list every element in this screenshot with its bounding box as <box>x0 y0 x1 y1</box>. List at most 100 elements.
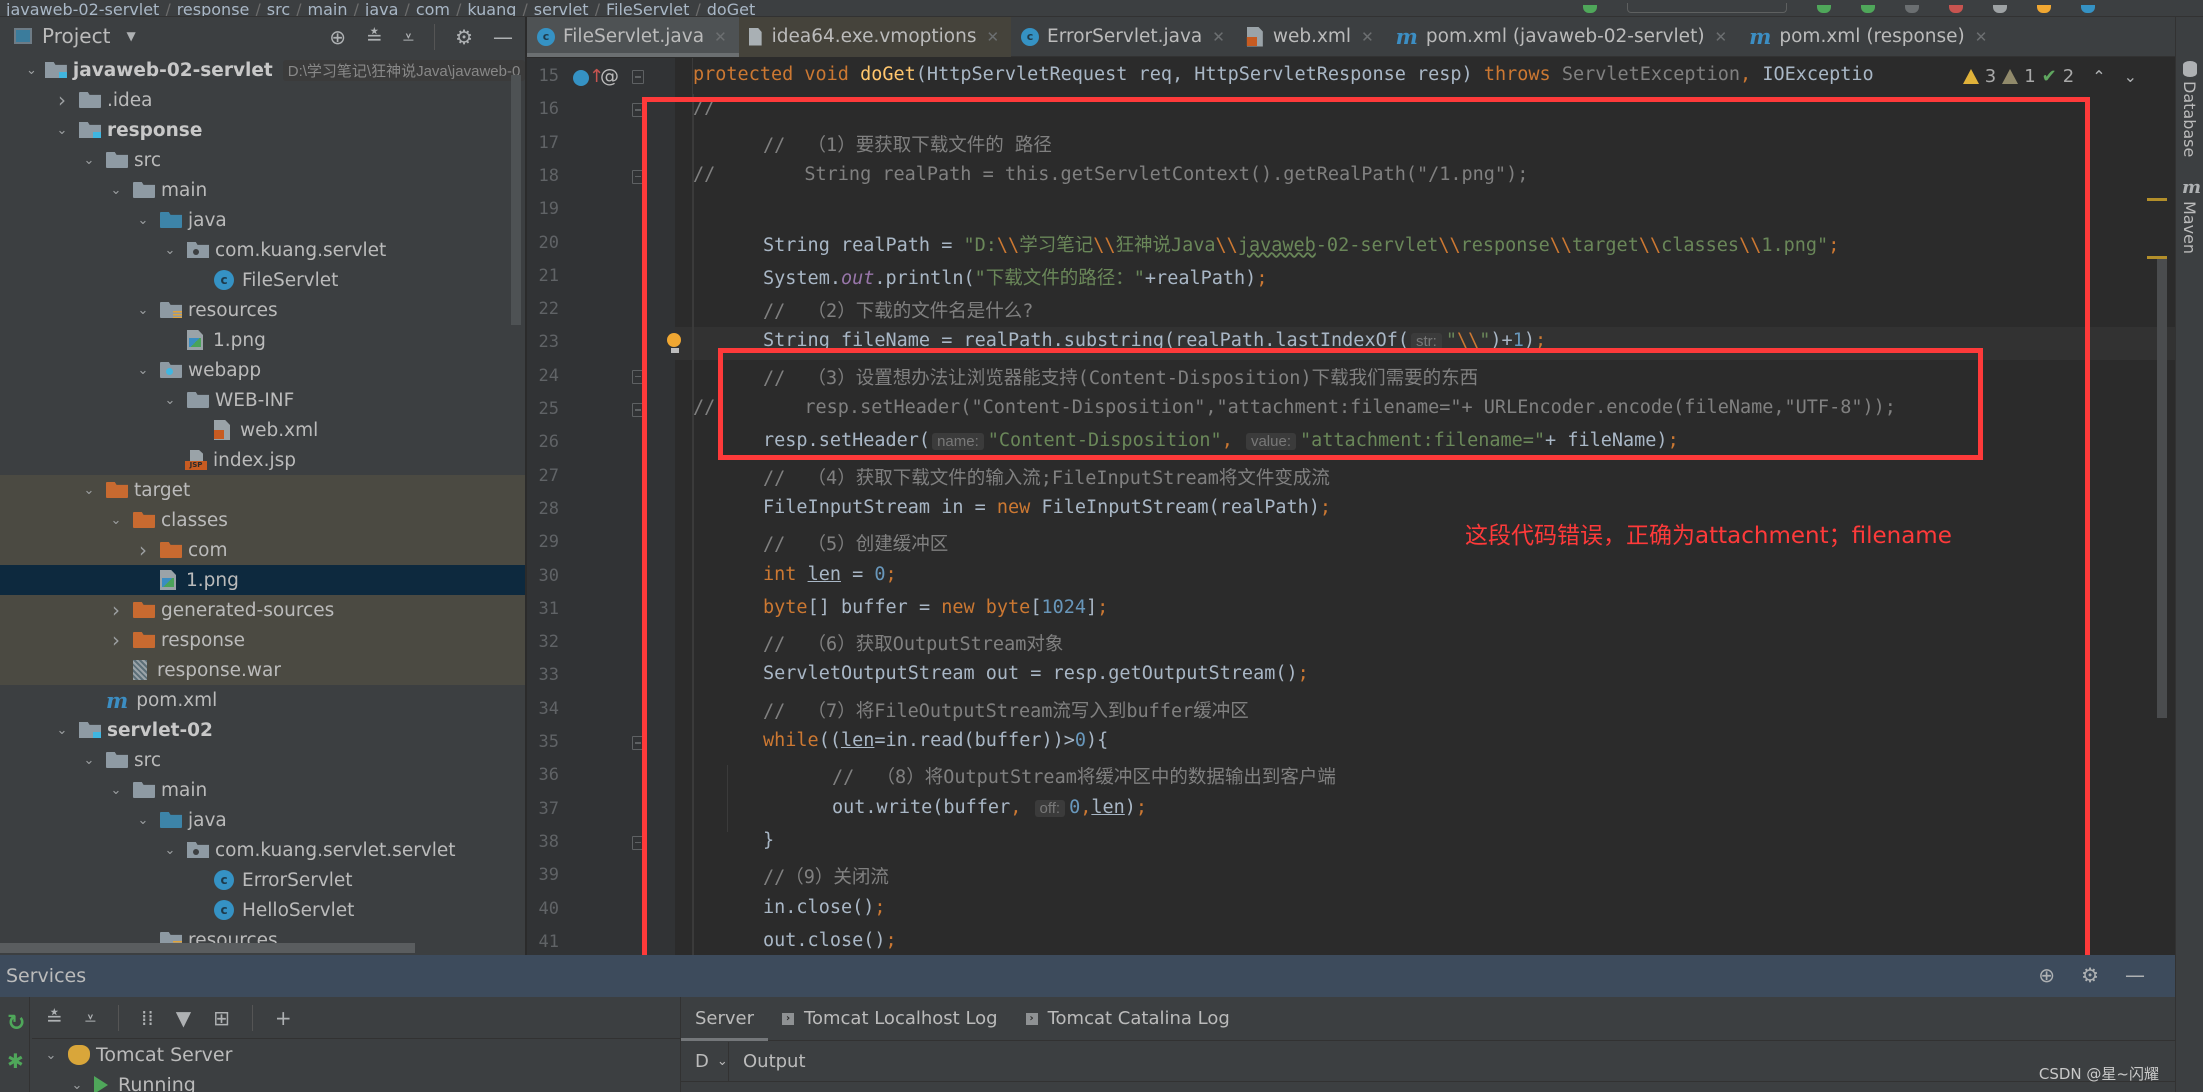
close-icon[interactable]: ✕ <box>986 28 999 46</box>
line-number[interactable]: 39 <box>527 865 559 885</box>
breadcrumb-item[interactable]: main <box>302 0 354 16</box>
project-tree-item[interactable]: response.war <box>0 655 525 685</box>
debug-icon[interactable] <box>1861 4 1875 13</box>
fold-marker-icon[interactable] <box>632 103 644 118</box>
project-tree-item[interactable]: ⌄ response <box>0 115 525 145</box>
override-icon[interactable] <box>573 70 589 86</box>
previous-highlight-icon[interactable]: ⌃ <box>2092 67 2105 86</box>
inspection-widget[interactable]: 3 1 ✔ 2 ⌃ ⌄ <box>1954 62 2137 90</box>
project-tree-item[interactable]: 1.png <box>0 565 525 595</box>
project-tree-item[interactable]: ⌄ main <box>0 775 525 805</box>
code-line[interactable]: // （7）将FileOutputStream流写入到buffer缓冲区 <box>728 697 2145 723</box>
editor-tab[interactable]: c FileServlet.java ✕ <box>527 16 739 57</box>
line-number[interactable]: 28 <box>527 499 559 519</box>
breadcrumb-item[interactable]: javaweb-02-servlet <box>0 0 165 16</box>
project-tree-item[interactable]: › response <box>0 625 525 655</box>
editor-tab[interactable]: m pom.xml (response) ✕ <box>1739 17 1999 57</box>
code-line[interactable]: //（9）关闭流 <box>728 863 2145 889</box>
close-icon[interactable]: ✕ <box>1212 28 1225 46</box>
chevron-down-icon[interactable]: ⌄ <box>107 513 125 528</box>
breadcrumb-item[interactable]: doGet <box>701 0 761 16</box>
breadcrumb-item[interactable]: src <box>261 0 296 16</box>
line-number[interactable]: 29 <box>527 532 559 552</box>
line-number[interactable]: 40 <box>527 899 559 919</box>
chevron-down-icon[interactable]: ⌄ <box>134 813 152 828</box>
chevron-down-icon[interactable]: ⌄ <box>161 393 179 408</box>
line-number[interactable]: 37 <box>527 799 559 819</box>
line-number[interactable]: 41 <box>527 932 559 952</box>
breadcrumb-item[interactable]: com <box>410 0 456 16</box>
code-line[interactable]: // （2）下载的文件名是什么? <box>728 297 2145 323</box>
line-number[interactable]: 35 <box>527 732 559 752</box>
code-line[interactable]: // （3）设置想办法让浏览器能支持(Content-Disposition)下… <box>728 364 2145 390</box>
project-tree-item[interactable]: c FileServlet <box>0 265 525 295</box>
project-tree-item[interactable]: ⌄ java <box>0 205 525 235</box>
line-number[interactable]: 21 <box>527 266 559 286</box>
code-line[interactable]: String realPath = "D:\\学习笔记\\狂神说Java\\ja… <box>728 231 2145 257</box>
code-line[interactable]: } <box>728 830 2145 851</box>
chevron-down-icon[interactable]: ▼ <box>126 29 135 43</box>
project-tree-item[interactable]: web.xml <box>0 415 525 445</box>
project-tree-item[interactable]: › .idea <box>0 85 525 115</box>
project-tree-item[interactable]: › com <box>0 535 525 565</box>
deployment-dropdown[interactable]: D ⌄ <box>681 1041 729 1082</box>
line-number[interactable]: 31 <box>527 599 559 619</box>
tab-tomcat-localhost-log[interactable]: › Tomcat Localhost Log <box>768 997 1012 1041</box>
database-icon[interactable] <box>2183 61 2197 77</box>
editor-vertical-scrollbar[interactable] <box>2157 258 2167 718</box>
close-icon[interactable]: ✕ <box>1361 28 1374 46</box>
code-line[interactable]: byte[] buffer = new byte[1024]; <box>728 597 2145 618</box>
code-line[interactable]: ServletOutputStream out = resp.getOutput… <box>728 663 2145 684</box>
run-icon[interactable] <box>1817 4 1831 13</box>
collapse-all-icon[interactable]: ⩡ <box>85 1006 96 1030</box>
fold-marker-icon[interactable] <box>632 736 644 750</box>
chevron-down-icon[interactable]: ⌄ <box>80 753 98 768</box>
line-number[interactable]: 17 <box>527 133 559 153</box>
close-icon[interactable]: ✕ <box>1715 28 1728 46</box>
fold-marker-icon[interactable] <box>632 169 644 184</box>
search-icon[interactable] <box>1993 4 2007 13</box>
editor-tab[interactable]: m pom.xml (javaweb-02-servlet) ✕ <box>1386 17 1739 57</box>
project-tree-item[interactable]: ⌄ webapp <box>0 355 525 385</box>
line-number[interactable]: 32 <box>527 632 559 652</box>
fold-marker-icon[interactable] <box>632 835 644 850</box>
locate-file-icon[interactable]: ⊕ <box>329 25 346 49</box>
target-icon[interactable]: ⊕ <box>2038 963 2055 987</box>
project-tree-item[interactable]: ⌄ main <box>0 175 525 205</box>
line-number[interactable]: 24 <box>527 366 559 386</box>
database-tool-button[interactable]: Database <box>2180 81 2199 157</box>
coverage-icon[interactable] <box>1905 4 1919 13</box>
project-tree-item[interactable]: ⌄ classes <box>0 505 525 535</box>
maven-icon[interactable]: m <box>2182 177 2201 198</box>
rerun-icon[interactable]: ↻ <box>7 1011 25 1036</box>
line-number[interactable]: 15 <box>527 66 559 86</box>
code-line[interactable]: while((len=in.read(buffer))>0){ <box>728 730 2145 751</box>
project-view-title[interactable]: Project <box>42 24 110 48</box>
project-tree-item[interactable]: ⌄ resources <box>0 295 525 325</box>
line-number[interactable]: 30 <box>527 566 559 586</box>
debug-icon[interactable]: ✱ <box>7 1049 24 1073</box>
code-line[interactable]: // （1）要获取下载文件的 路径 <box>728 131 2145 157</box>
line-number[interactable]: 38 <box>527 832 559 852</box>
project-tree-item[interactable]: c ErrorServlet <box>0 865 525 895</box>
line-number[interactable]: 20 <box>527 233 559 253</box>
code-line[interactable]: int len = 0; <box>728 564 2145 585</box>
project-tree-item[interactable]: ⌄ java <box>0 805 525 835</box>
project-tree-item[interactable]: m pom.xml <box>0 685 525 715</box>
chevron-right-icon[interactable]: › <box>107 628 125 652</box>
chevron-down-icon[interactable]: ⌄ <box>134 213 152 228</box>
line-number[interactable]: 25 <box>527 399 559 419</box>
line-number[interactable]: 33 <box>527 665 559 685</box>
chevron-down-icon[interactable]: ⌄ <box>107 783 125 798</box>
fold-marker-icon[interactable] <box>632 369 644 384</box>
chevron-down-icon[interactable]: ⌄ <box>161 843 179 858</box>
line-number[interactable]: 27 <box>527 466 559 486</box>
breadcrumb-item[interactable]: response <box>171 0 256 16</box>
update-icon[interactable] <box>2037 4 2051 13</box>
editor-tab[interactable]: web.xml ✕ <box>1237 17 1386 57</box>
project-vertical-scrollbar[interactable] <box>511 75 521 325</box>
code-line[interactable]: in.close(); <box>728 897 2145 918</box>
fold-marker-icon[interactable] <box>632 70 644 84</box>
line-number[interactable]: 19 <box>527 199 559 219</box>
breadcrumb-item[interactable]: kuang <box>461 0 522 16</box>
